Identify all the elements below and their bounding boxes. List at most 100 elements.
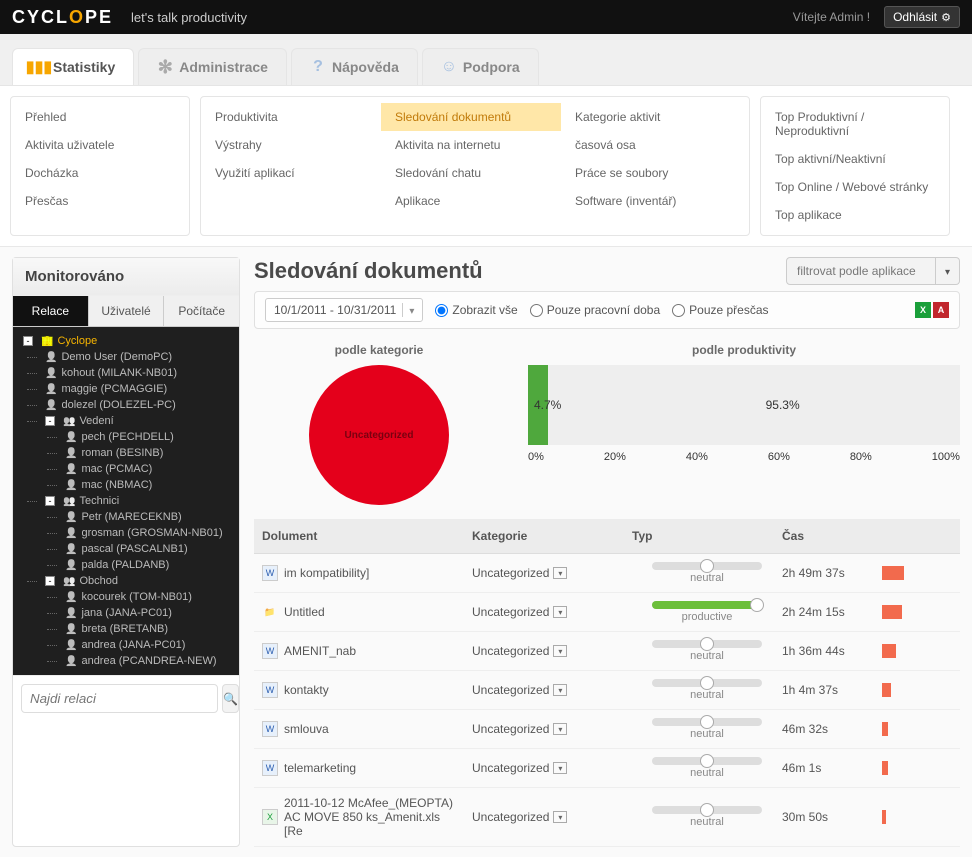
document-name[interactable]: telemarketing	[284, 761, 356, 775]
tree-node[interactable]: -Cyclope	[17, 333, 235, 349]
tab-podpora[interactable]: ☺ Podpora	[422, 48, 539, 85]
submenu-item[interactable]: Aplikace	[381, 187, 561, 215]
tree-node[interactable]: mac (NBMAC)	[17, 477, 235, 493]
user-icon	[45, 367, 57, 379]
category-dropdown[interactable]: ▾	[553, 762, 567, 774]
submenu-item[interactable]: časová osa	[561, 131, 741, 159]
tree-node[interactable]: kocourek (TOM-NB01)	[17, 589, 235, 605]
tree-node[interactable]: mac (PCMAC)	[17, 461, 235, 477]
radio-show-all-input[interactable]	[435, 304, 448, 317]
tree-label: Technici	[79, 495, 119, 507]
submenu-item[interactable]: Sledování chatu	[381, 159, 561, 187]
category-value: Uncategorized	[472, 761, 549, 775]
tree-toggle-icon[interactable]: -	[45, 416, 55, 426]
submenu-item[interactable]: Využití aplikací	[201, 159, 381, 187]
tree-node[interactable]: pech (PECHDELL)	[17, 429, 235, 445]
submenu-item[interactable]: Top Produktivní / Neproduktivní	[761, 103, 949, 145]
date-range-picker[interactable]: 10/1/2011 - 10/31/2011	[265, 298, 423, 322]
submenu-item[interactable]: Produktivita	[201, 103, 381, 131]
tree-node[interactable]: pascal (PASCALNB1)	[17, 541, 235, 557]
document-name[interactable]: smlouva	[284, 722, 329, 736]
tree-label: kohout (MILANK-NB01)	[61, 367, 177, 379]
submenu-item[interactable]: Přehled	[11, 103, 189, 131]
tree-node[interactable]: andrea (PCANDREA-NEW)	[17, 653, 235, 669]
filter-app-select[interactable]: filtrovat podle aplikace	[786, 257, 936, 285]
tree-toggle-icon[interactable]: -	[23, 336, 33, 346]
submenu-item[interactable]: Top Online / Webové stránky	[761, 173, 949, 201]
radio-show-all[interactable]: Zobrazit vše	[435, 303, 517, 317]
tab-administrace[interactable]: ✻ Administrace	[138, 48, 287, 85]
search-input[interactable]	[21, 684, 218, 713]
tree-node[interactable]: -Vedení	[17, 413, 235, 429]
logout-button[interactable]: Odhlásit	[884, 6, 960, 28]
tree-node[interactable]: jana (JANA-PC01)	[17, 605, 235, 621]
tree-view[interactable]: -CyclopeDemo User (DemoPC) kohout (MILANK…	[13, 327, 239, 675]
tagline: let's talk productivity	[131, 10, 247, 25]
filter-app-dropdown[interactable]	[936, 257, 960, 285]
submenu-item[interactable]: Výstrahy	[201, 131, 381, 159]
tab-napoveda[interactable]: ? Nápověda	[291, 48, 418, 85]
productivity-slider[interactable]	[652, 562, 762, 570]
submenu-item[interactable]: Sledování dokumentů	[381, 103, 561, 131]
document-name[interactable]: Untitled	[284, 605, 325, 619]
submenu-item[interactable]: Software (inventář)	[561, 187, 741, 215]
tab-statistiky[interactable]: ▮▮▮ Statistiky	[12, 48, 134, 85]
tree-node[interactable]: breta (BRETANB)	[17, 621, 235, 637]
category-dropdown[interactable]: ▾	[553, 684, 567, 696]
tree-node[interactable]: roman (BESINB)	[17, 445, 235, 461]
export-xls-button[interactable]: X	[915, 302, 931, 318]
category-dropdown[interactable]: ▾	[553, 811, 567, 823]
submenu-item[interactable]: Aktivita uživatele	[11, 131, 189, 159]
submenu-item[interactable]: Kategorie aktivit	[561, 103, 741, 131]
productivity-slider[interactable]	[652, 757, 762, 765]
tree-node[interactable]: -Obchod	[17, 573, 235, 589]
submenu-item[interactable]: Práce se soubory	[561, 159, 741, 187]
document-name[interactable]: AMENIT_nab	[284, 644, 356, 658]
productivity-slider[interactable]	[652, 601, 762, 609]
tree-node[interactable]: Petr (MARECEKNB)	[17, 509, 235, 525]
radio-overtime[interactable]: Pouze přesčas	[672, 303, 768, 317]
tree-node[interactable]: grosman (GROSMAN-NB01)	[17, 525, 235, 541]
submenu-item[interactable]: Aktivita na internetu	[381, 131, 561, 159]
category-dropdown[interactable]: ▾	[553, 645, 567, 657]
tree-node[interactable]: kohout (MILANK-NB01)	[17, 365, 235, 381]
user-icon	[45, 399, 57, 411]
productivity-slider[interactable]	[652, 640, 762, 648]
tree-node[interactable]: - Technici	[17, 493, 235, 509]
document-name[interactable]: im kompatibility]	[284, 566, 369, 580]
category-dropdown[interactable]: ▾	[553, 606, 567, 618]
tree-node[interactable]: maggie (PCMAGGIE)	[17, 381, 235, 397]
tree-toggle-icon[interactable]: -	[45, 576, 55, 586]
category-dropdown[interactable]: ▾	[553, 723, 567, 735]
axis-tick: 60%	[768, 451, 790, 463]
document-name[interactable]: kontakty	[284, 683, 329, 697]
sidebar-tab-relace[interactable]: Relace	[13, 296, 89, 327]
submenu-item[interactable]: Přesčas	[11, 187, 189, 215]
radio-overtime-input[interactable]	[672, 304, 685, 317]
radio-work-hours-input[interactable]	[530, 304, 543, 317]
tree-node[interactable]: andrea (JANA-PC01)	[17, 637, 235, 653]
sidebar-tab-pocitace[interactable]: Počítače	[164, 296, 239, 327]
tree-node[interactable]: Demo User (DemoPC)	[17, 349, 235, 365]
th-type[interactable]: Typ	[632, 529, 782, 543]
category-value: Uncategorized	[472, 722, 549, 736]
document-name[interactable]: 2011-10-12 McAfee_(MEOPTA) AC MOVE 850 k…	[284, 796, 459, 838]
productivity-slider[interactable]	[652, 718, 762, 726]
submenu-item[interactable]: Top aplikace	[761, 201, 949, 229]
th-time[interactable]: Čas	[782, 529, 882, 543]
th-category[interactable]: Kategorie	[472, 529, 632, 543]
tree-node[interactable]: palda (PALDANB)	[17, 557, 235, 573]
sidebar-tab-uzivatele[interactable]: Uživatelé	[89, 296, 165, 327]
submenu-item[interactable]: Docházka	[11, 159, 189, 187]
th-document[interactable]: Dolument	[262, 529, 472, 543]
productivity-slider[interactable]	[652, 679, 762, 687]
document-icon: W	[262, 682, 278, 698]
productivity-slider[interactable]	[652, 806, 762, 814]
category-dropdown[interactable]: ▾	[553, 567, 567, 579]
submenu-item[interactable]: Top aktivní/Neaktivní	[761, 145, 949, 173]
tree-node[interactable]: dolezel (DOLEZEL-PC)	[17, 397, 235, 413]
export-pdf-button[interactable]: A	[933, 302, 949, 318]
radio-work-hours[interactable]: Pouze pracovní doba	[530, 303, 660, 317]
tree-toggle-icon[interactable]: -	[45, 496, 55, 506]
search-button[interactable]: 🔍	[222, 684, 239, 713]
